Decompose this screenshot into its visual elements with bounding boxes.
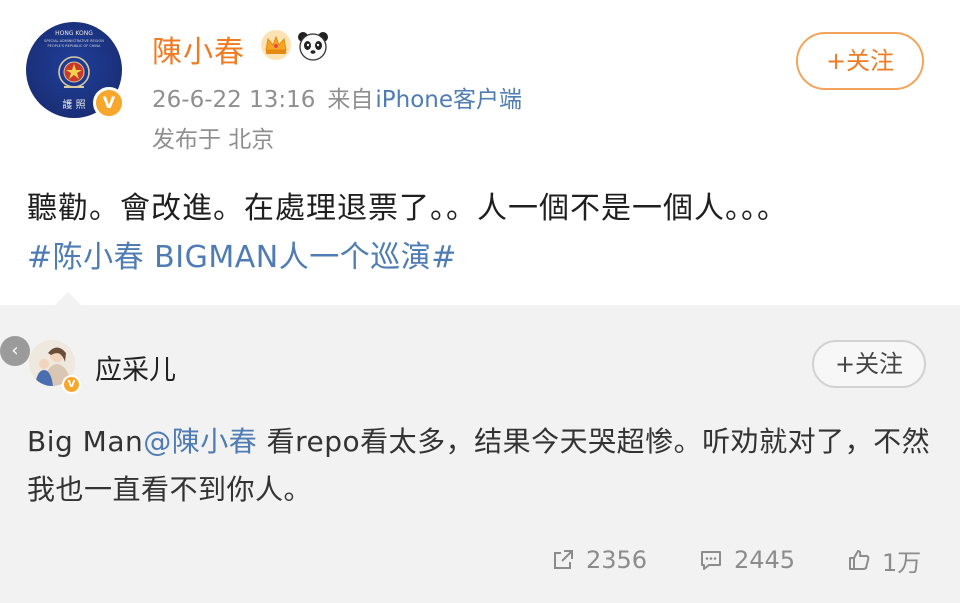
- share-action[interactable]: 2356: [550, 538, 647, 582]
- author-name[interactable]: 陳小春: [152, 27, 245, 71]
- hashtag-link[interactable]: #陈小春 BIGMAN人一个巡演#: [27, 232, 457, 276]
- share-icon: [554, 550, 573, 569]
- panda-icon: [298, 32, 328, 61]
- repost-follow-button[interactable]: +关注: [812, 340, 926, 388]
- svg-text:HONG KONG: HONG KONG: [55, 30, 93, 37]
- thumbs-up-icon: [849, 550, 870, 570]
- svg-text:PEOPLE'S REPUBLIC OF CHINA: PEOPLE'S REPUBLIC OF CHINA: [48, 44, 102, 48]
- svg-text:SPECIAL ADMINISTRATIVE REGION: SPECIAL ADMINISTRATIVE REGION: [44, 39, 104, 43]
- verified-badge-icon: V: [93, 87, 125, 119]
- repost-text: Big Man@陳小春 看repo看太多，结果今天哭超惨。听劝就对了，不然我也一…: [27, 418, 932, 514]
- weibo-post-screen: HONG KONG SPECIAL ADMINISTRATIVE REGION …: [0, 0, 960, 603]
- action-bar: 2356 2445 1万: [0, 538, 960, 582]
- post-meta: 26-6-22 13:16 来自iPhone客户端: [152, 80, 522, 114]
- post-text: 聽勸。會改進。在處理退票了。。人一個不是一個人。。。: [27, 191, 788, 226]
- follow-button[interactable]: +关注: [796, 32, 924, 90]
- mention-link[interactable]: @陳小春: [143, 425, 257, 458]
- like-count: 1万: [882, 548, 922, 577]
- back-chevron-icon[interactable]: ‹: [0, 336, 30, 366]
- crown-icon: [261, 30, 291, 60]
- repost-verified-badge-icon: V: [62, 375, 81, 394]
- share-count: 2356: [586, 546, 648, 574]
- comment-count: 2445: [734, 546, 796, 574]
- post-location: 发布于 北京: [152, 127, 275, 153]
- main-post: HONG KONG SPECIAL ADMINISTRATIVE REGION …: [0, 0, 960, 305]
- comment-icon: [701, 551, 721, 570]
- comment-action[interactable]: 2445: [698, 538, 795, 582]
- post-timestamp: 26-6-22 13:16: [152, 87, 316, 113]
- post-source[interactable]: iPhone客户端: [375, 87, 522, 113]
- repost-notch: [54, 292, 82, 306]
- like-action[interactable]: 1万: [846, 538, 921, 582]
- repost-author-name[interactable]: 应采儿: [95, 348, 176, 387]
- repost-text-prefix: Big Man: [27, 425, 144, 458]
- svg-text:護 照: 護 照: [62, 98, 85, 111]
- source-prefix: 来自: [327, 87, 374, 113]
